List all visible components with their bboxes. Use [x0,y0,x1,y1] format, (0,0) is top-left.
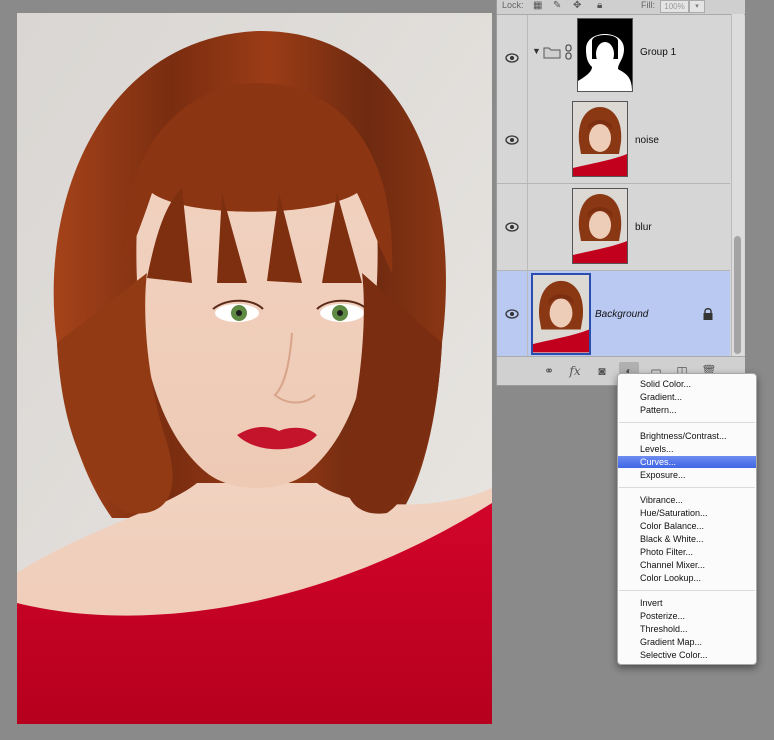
layer-name: noise [635,135,659,146]
menu-separator [619,590,755,591]
menu-item-color-lookup[interactable]: Color Lookup... [618,572,756,584]
menu-item-color-balance[interactable]: Color Balance... [618,520,756,532]
visibility-toggle[interactable] [497,15,528,101]
eye-icon[interactable] [505,220,519,234]
menu-item-levels[interactable]: Levels... [618,443,756,455]
layer-thumbnail[interactable] [531,273,591,355]
lock-paint-icon[interactable]: ✎ [553,0,561,11]
eye-icon[interactable] [505,51,519,65]
menu-item-hue-saturation[interactable]: Hue/Saturation... [618,507,756,519]
layer-thumbnail[interactable] [572,188,628,264]
menu-separator [619,422,755,423]
layer-row-background[interactable]: Background [497,271,730,358]
layers-scrollbar[interactable] [731,14,744,356]
fill-label: Fill: [641,0,655,10]
menu-item-selective-color[interactable]: Selective Color... [618,649,756,661]
menu-item-posterize[interactable]: Posterize... [618,610,756,622]
mask-icon[interactable]: ◙ [592,362,612,380]
layer-name: blur [635,222,652,233]
menu-item-vibrance[interactable]: Vibrance... [618,494,756,506]
menu-item-photo-filter[interactable]: Photo Filter... [618,546,756,558]
layer-row-noise[interactable]: noise [497,97,730,184]
menu-item-curves[interactable]: Curves... [618,456,756,468]
document-canvas[interactable] [17,13,492,724]
lock-transparent-icon[interactable]: ▦ [533,0,542,11]
layer-thumbnail[interactable] [572,101,628,177]
lock-label: Lock: [502,0,524,10]
menu-item-gradient-map[interactable]: Gradient Map... [618,636,756,648]
menu-item-gradient[interactable]: Gradient... [618,391,756,403]
lock-all-icon[interactable]: 🔒︎ [597,0,602,11]
layer-row-group-1[interactable]: ▼ Group 1 [497,15,730,102]
layer-name: Background [595,309,649,320]
lock-icon [703,308,713,320]
fx-icon[interactable]: fx [565,362,585,380]
menu-item-pattern[interactable]: Pattern... [618,404,756,416]
menu-item-exposure[interactable]: Exposure... [618,469,756,481]
folder-icon [543,47,561,59]
menu-item-channel-mixer[interactable]: Channel Mixer... [618,559,756,571]
eye-icon[interactable] [505,133,519,147]
menu-item-threshold[interactable]: Threshold... [618,623,756,635]
lock-move-icon[interactable]: ✥ [573,0,581,11]
disclosure-triangle-icon[interactable]: ▼ [532,46,541,56]
layers-panel: Lock: ▦ ✎ ✥ 🔒︎ Fill: 100% ▾ ▼ Group 1 no… [496,0,745,386]
portrait-photo [17,13,492,724]
fill-field[interactable]: 100% [660,0,689,13]
menu-item-black-white[interactable]: Black & White... [618,533,756,545]
menu-item-brightness-contrast[interactable]: Brightness/Contrast... [618,430,756,442]
eye-icon[interactable] [505,307,519,321]
visibility-toggle[interactable] [497,271,528,357]
visibility-toggle[interactable] [497,97,528,183]
layer-row-blur[interactable]: blur [497,184,730,271]
visibility-toggle[interactable] [497,184,528,270]
scrollbar-thumb[interactable] [734,236,741,354]
menu-item-invert[interactable]: Invert [618,597,756,609]
chain-link-icon[interactable] [565,44,572,60]
adjustment-layer-menu: Solid Color... Gradient... Pattern... Br… [617,373,757,665]
layer-name: Group 1 [640,47,677,58]
link-icon[interactable]: ⚭ [539,362,559,380]
group-mask-thumbnail[interactable] [577,18,633,92]
lock-bar: Lock: ▦ ✎ ✥ 🔒︎ Fill: 100% ▾ [497,0,745,15]
fill-dropdown-icon[interactable]: ▾ [689,0,705,13]
menu-item-solid-color[interactable]: Solid Color... [618,378,756,390]
menu-separator [619,487,755,488]
